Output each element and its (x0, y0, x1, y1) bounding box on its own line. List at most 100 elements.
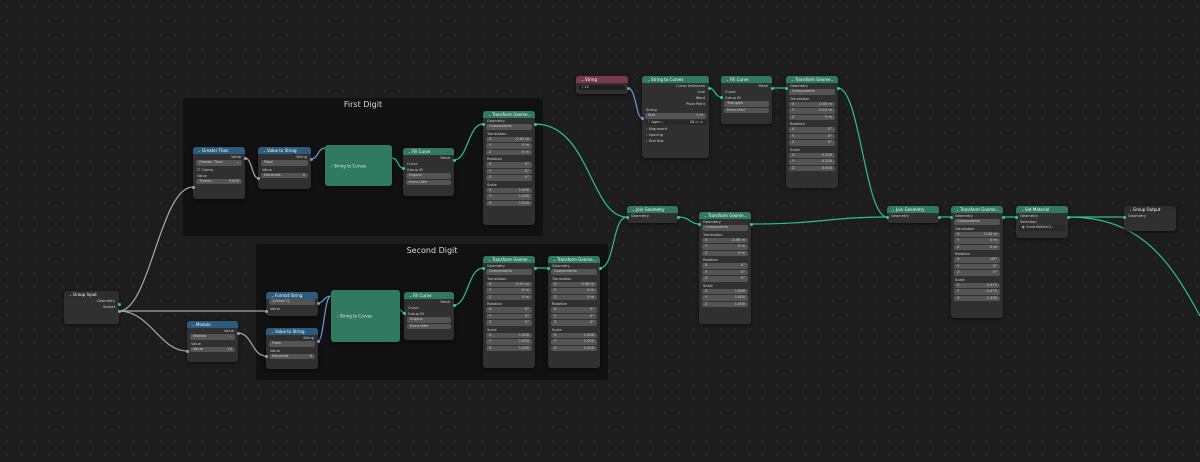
scale-y[interactable]: Y 1.000 (551, 339, 597, 345)
translation-y[interactable]: Y -0.15 m (789, 108, 835, 114)
node-title[interactable]: Join Geometry (887, 206, 939, 213)
node-format-string[interactable]: Format String {Value:2} Value (266, 292, 318, 316)
close-icon[interactable]: × (700, 120, 703, 124)
socket-dot[interactable] (243, 156, 247, 160)
mode-dropdown[interactable]: N-gons (407, 317, 451, 323)
node-modulo[interactable]: Modulo Value Modulo⌄ Value Value10 (187, 321, 238, 362)
rotation-x[interactable]: X 0° (486, 307, 532, 313)
scale-x[interactable]: X 1.000 (551, 332, 597, 338)
rotation-x[interactable]: X 0° (789, 127, 835, 133)
node-title[interactable]: Fill Curve (403, 148, 454, 155)
node-group-output[interactable]: Group Output Geometry (1124, 206, 1176, 231)
rotation-z[interactable]: Z 0° (486, 320, 532, 326)
node-title[interactable]: Transform Geome... (483, 256, 535, 263)
rotation-y[interactable]: Y 0° (789, 133, 835, 139)
socket-dot[interactable] (937, 215, 941, 219)
node-editor-canvas[interactable]: First Digit Second Digit ⌄ Greater Than … (0, 0, 1200, 462)
translation-y[interactable]: Y0 m (702, 244, 748, 250)
translation-z[interactable]: Z0 m (954, 244, 1000, 250)
scale-y[interactable]: Y 1.000 (486, 339, 532, 345)
translation-y[interactable]: Y0 m (954, 238, 1000, 244)
translation-x[interactable]: X 0.34 m (954, 231, 1000, 237)
socket-dot[interactable] (697, 222, 701, 226)
fill-rule-dropdown[interactable]: Even-Odd (724, 107, 769, 113)
node-transform-geometry[interactable]: Transform Geome... Geometry Components T… (483, 111, 535, 225)
scale-y[interactable]: Y 1.000 (486, 194, 532, 200)
node-group-input[interactable]: Group Input Geometry Socket (64, 291, 119, 324)
node-fill-curve[interactable]: Fill Curve Mesh Curve Group ID Triangles… (721, 76, 772, 124)
node-title[interactable]: Transform Geome... (699, 212, 751, 219)
decimals-field[interactable]: Decimals 0 (269, 353, 315, 359)
translation-y[interactable]: Y0 m (486, 143, 532, 149)
rotation-x[interactable]: X 0° (486, 162, 532, 168)
node-transform-geometry[interactable]: Transform Geome... Geometry Components T… (786, 76, 838, 188)
socket-dot[interactable] (533, 122, 537, 126)
node-title[interactable]: String to Curves (642, 76, 709, 83)
socket-dot[interactable] (719, 95, 723, 99)
scale-z[interactable]: Z 1.000 (551, 345, 597, 351)
scale-z[interactable]: Z 0.500 (789, 165, 835, 171)
node-transform-geometry[interactable]: Transform Geome... Geometry Components T… (548, 256, 600, 368)
rotation-y[interactable]: Y 0° (702, 269, 748, 275)
node-title[interactable]: Modulo (187, 321, 238, 328)
socket-dot[interactable] (749, 222, 753, 226)
material-selector[interactable]: ◐ SmartWatchG... (1019, 225, 1065, 231)
socket-dot[interactable] (784, 86, 788, 90)
socket-dot[interactable] (401, 166, 405, 170)
node-join-geometry[interactable]: Join Geometry Geometry (887, 206, 939, 223)
rotation-z[interactable]: Z 0° (789, 140, 835, 146)
node-title[interactable]: Fill Curve (721, 76, 772, 83)
socket-dot[interactable] (236, 331, 240, 335)
socket-dot[interactable] (402, 311, 406, 315)
mode-dropdown[interactable]: Components (551, 269, 597, 275)
scale-z[interactable]: Z 1.000 (702, 301, 748, 307)
scale-z[interactable]: Z 1.330 (954, 295, 1000, 301)
translation-z[interactable]: Z0 m (551, 294, 597, 300)
node-transform-geometry[interactable]: Transform Geome... Geometry Components T… (699, 212, 751, 324)
node-transform-geometry[interactable]: Transform Geome... Geometry Components T… (483, 256, 535, 368)
node-title[interactable]: Format String (266, 292, 318, 299)
socket-dot[interactable] (1001, 215, 1005, 219)
socket-dot[interactable] (598, 266, 602, 270)
node-title[interactable]: Value to String (266, 328, 318, 335)
socket-dot[interactable] (316, 301, 320, 305)
font-selector[interactable]: ᚨ Agen... 26 ▭ × (645, 119, 706, 125)
translation-y[interactable]: Y0 m (486, 288, 532, 294)
scale-z[interactable]: Z 1.000 (486, 345, 532, 351)
translation-x[interactable]: X 0.56 m (551, 281, 597, 287)
node-string-to-curves[interactable]: String to Curves Curve Instances Line Wo… (642, 76, 709, 158)
node-title[interactable]: Join Geometry (627, 206, 678, 213)
node-greater-than[interactable]: Greater Than Value Greater Than⌄ ☐ Clamp… (193, 147, 245, 199)
node-title[interactable]: Group Output (1124, 206, 1176, 213)
socket-dot[interactable] (117, 309, 121, 313)
mode-dropdown[interactable]: Components (702, 225, 748, 231)
socket-dot[interactable] (546, 266, 550, 270)
rotation-y[interactable]: Y 0° (551, 313, 597, 319)
threshold-field[interactable]: Thresh... 9.000 (196, 178, 242, 184)
socket-dot[interactable] (117, 302, 121, 306)
socket-dot[interactable] (640, 116, 644, 120)
mode-dropdown[interactable]: Triangles (724, 101, 769, 107)
text-box-panel[interactable]: › Text Box (642, 138, 709, 144)
node-value-to-string[interactable]: Value to String String Float Value Decim… (266, 328, 318, 369)
node-title[interactable]: Group Input (64, 291, 119, 298)
node-title[interactable]: Transform Geome... (483, 111, 535, 118)
rotation-y[interactable]: Y 0° (486, 168, 532, 174)
scale-y[interactable]: Y 0.200 (789, 159, 835, 165)
mode-dropdown[interactable]: N-gons (406, 173, 451, 179)
node-value-to-string[interactable]: Value to String String Float Value Decim… (258, 147, 311, 189)
socket-dot[interactable] (256, 176, 260, 180)
rotation-x[interactable]: X 0° (702, 263, 748, 269)
socket-dot[interactable] (949, 215, 953, 219)
socket-dot[interactable] (452, 158, 456, 162)
translation-x[interactable]: X -0.06 m (702, 237, 748, 243)
socket-dot[interactable] (191, 185, 195, 189)
translation-x[interactable]: X 0.55 m (789, 101, 835, 107)
operation-dropdown[interactable]: Greater Than ⌄ (196, 160, 242, 166)
socket-dot[interactable] (264, 354, 268, 358)
translation-x[interactable]: X -0.01 m (486, 136, 532, 142)
folder-icon[interactable]: ▭ (695, 120, 698, 124)
node-string[interactable]: String / 12 (576, 76, 628, 94)
node-title[interactable]: Transform Geome... (786, 76, 838, 83)
node-fill-curve[interactable]: Fill Curve Mesh Curve Group ID N-gons Ev… (403, 148, 454, 196)
